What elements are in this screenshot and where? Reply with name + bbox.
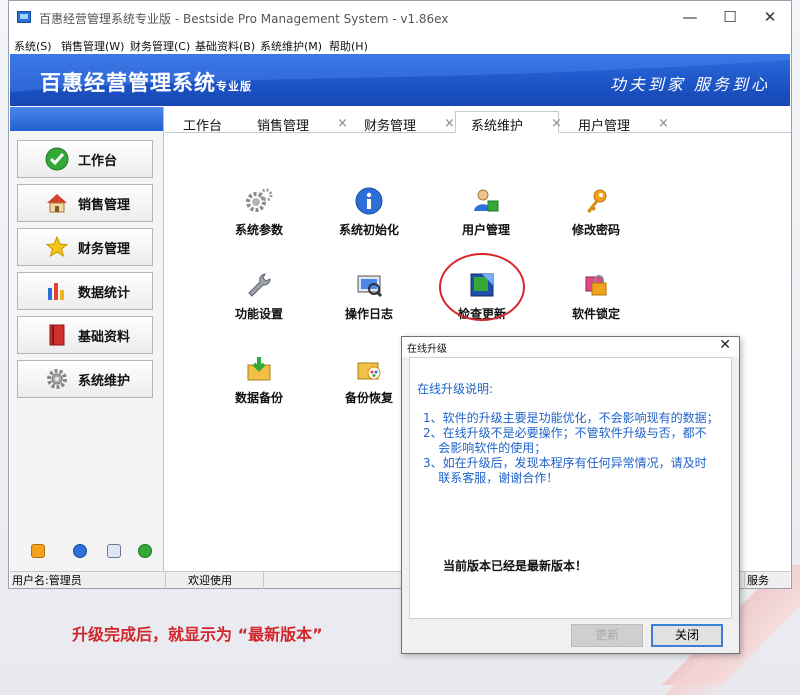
title-bar: 百惠经营管理系统专业版 - Bestside Pro Management Sy… [9, 1, 791, 33]
maximize-button[interactable]: ☐ [713, 7, 747, 27]
func-label: 系统参数 [234, 223, 283, 237]
dialog-heading: 在线升级说明: [417, 382, 494, 396]
sidebar-item-label: 财务管理 [78, 241, 131, 257]
sidebar-item-label: 系统维护 [78, 373, 131, 389]
minimize-button[interactable]: — [673, 7, 707, 27]
restore-icon [355, 355, 383, 383]
exit-icon[interactable] [138, 544, 152, 558]
key-icon[interactable] [31, 544, 45, 558]
house-icon [44, 190, 70, 216]
func-label: 软件锁定 [571, 307, 620, 321]
func-change-password[interactable]: 修改密码 [546, 187, 646, 238]
users-icon [472, 187, 500, 215]
sidebar-header [10, 107, 163, 131]
tab-maintenance[interactable]: 系统维护 [471, 115, 523, 134]
tab-sales[interactable]: 销售管理 [257, 115, 309, 134]
func-operation-log[interactable]: 操作日志 [319, 271, 419, 322]
lock-icon [582, 271, 610, 299]
func-system-params[interactable]: 系统参数 [209, 187, 309, 238]
close-button[interactable]: ✕ [753, 7, 787, 27]
app-icon [17, 11, 31, 23]
func-label: 数据备份 [234, 391, 283, 405]
sidebar-item-label: 销售管理 [78, 197, 131, 213]
menu-bar: 系统(S) 销售管理(W) 财务管理(C) 基础资料(B) 系统维护(M) 帮助… [9, 35, 791, 53]
search-icon[interactable] [107, 544, 121, 558]
status-welcome: 欢迎使用 [166, 572, 264, 589]
sidebar-item-statistics[interactable]: 数据统计 [17, 272, 153, 310]
func-data-backup[interactable]: 数据备份 [209, 355, 309, 406]
func-feature-settings[interactable]: 功能设置 [209, 271, 309, 322]
tab-user-management[interactable]: 用户管理 [578, 115, 630, 134]
tab-finance-close-icon[interactable]: × [444, 116, 455, 131]
dialog-result: 当前版本已经是最新版本！ [443, 559, 588, 573]
menu-system[interactable]: 系统(S) [14, 38, 52, 54]
close-dialog-button[interactable]: 关闭 [651, 624, 723, 647]
banner-slogan: 功夫到家 服务到心 [609, 75, 770, 94]
menu-basic-data[interactable]: 基础资料(B) [195, 38, 255, 54]
status-empty [264, 572, 404, 589]
tab-maintenance-close-icon[interactable]: × [551, 116, 562, 131]
func-user-management[interactable]: 用户管理 [436, 187, 536, 238]
menu-maintenance[interactable]: 系统维护(M) [260, 38, 322, 54]
banner-title-text: 百惠经营管理系统 [40, 71, 216, 95]
backup-icon [245, 355, 273, 383]
dialog-body: 在线升级说明: 1、软件的升级主要是功能优化，不会影响现有的数据； 2、在线升级… [409, 357, 732, 619]
dialog-title: 在线升级 [407, 344, 447, 355]
update-button[interactable]: 更新 [571, 624, 643, 647]
sidebar-item-sales[interactable]: 销售管理 [17, 184, 153, 222]
func-software-lock[interactable]: 软件锁定 [546, 271, 646, 322]
key-icon [582, 187, 610, 215]
gears-icon [245, 187, 273, 215]
star-icon [44, 234, 70, 260]
highlight-ring [439, 253, 525, 321]
banner: 百惠经营管理系统专业版 功夫到家 服务到心 [10, 54, 790, 106]
status-service: 服务 [744, 572, 790, 589]
sidebar-item-label: 基础资料 [78, 329, 131, 345]
tab-workbench[interactable]: 工作台 [183, 115, 222, 134]
menu-sales[interactable]: 销售管理(W) [61, 38, 124, 54]
func-label: 系统初始化 [338, 223, 399, 237]
clock-icon[interactable] [73, 544, 87, 558]
bar-chart-icon [44, 278, 70, 304]
wrench-icon [245, 271, 273, 299]
window-title: 百惠经营管理系统专业版 - Bestside Pro Management Sy… [39, 12, 449, 26]
func-label: 用户管理 [461, 223, 510, 237]
log-icon [355, 271, 383, 299]
book-icon [44, 322, 70, 348]
banner-edition: 专业版 [216, 80, 252, 93]
sidebar-item-maintenance[interactable]: 系统维护 [17, 360, 153, 398]
info-icon [355, 187, 383, 215]
sidebar-item-finance[interactable]: 财务管理 [17, 228, 153, 266]
sidebar: 工作台 销售管理 财务管理 数据统计 基础资料 系统维护 [10, 107, 164, 573]
banner-title: 百惠经营管理系统专业版 [40, 67, 252, 97]
sidebar-item-workbench[interactable]: 工作台 [17, 140, 153, 178]
func-label: 功能设置 [234, 307, 283, 321]
func-system-init[interactable]: 系统初始化 [319, 187, 419, 238]
tab-bar: 工作台 销售管理 × 财务管理 × 系统维护 × 用户管理 × [165, 107, 791, 134]
menu-finance[interactable]: 财务管理(C) [130, 38, 190, 54]
tab-user-management-close-icon[interactable]: × [658, 116, 669, 131]
func-label: 操作日志 [344, 307, 393, 321]
sidebar-item-basic-data[interactable]: 基础资料 [17, 316, 153, 354]
sidebar-item-label: 工作台 [78, 153, 118, 169]
dialog-title-bar: 在线升级 ✕ [402, 337, 739, 357]
sidebar-item-label: 数据统计 [78, 285, 131, 301]
dialog-close-icon[interactable]: ✕ [719, 337, 731, 353]
dialog-line-5: 联系客服，谢谢合作！ [423, 471, 559, 485]
func-label: 修改密码 [571, 223, 620, 237]
online-upgrade-dialog: 在线升级 ✕ 在线升级说明: 1、软件的升级主要是功能优化，不会影响现有的数据；… [401, 336, 740, 654]
tab-finance[interactable]: 财务管理 [364, 115, 416, 134]
caption-annotation: 升级完成后，就显示为 “最新版本” [72, 625, 323, 644]
status-user: 用户名:管理员 [10, 572, 166, 589]
menu-help[interactable]: 帮助(H) [329, 38, 368, 54]
tab-sales-close-icon[interactable]: × [337, 116, 348, 131]
check-circle-icon [44, 146, 70, 172]
gear-icon [44, 366, 70, 392]
